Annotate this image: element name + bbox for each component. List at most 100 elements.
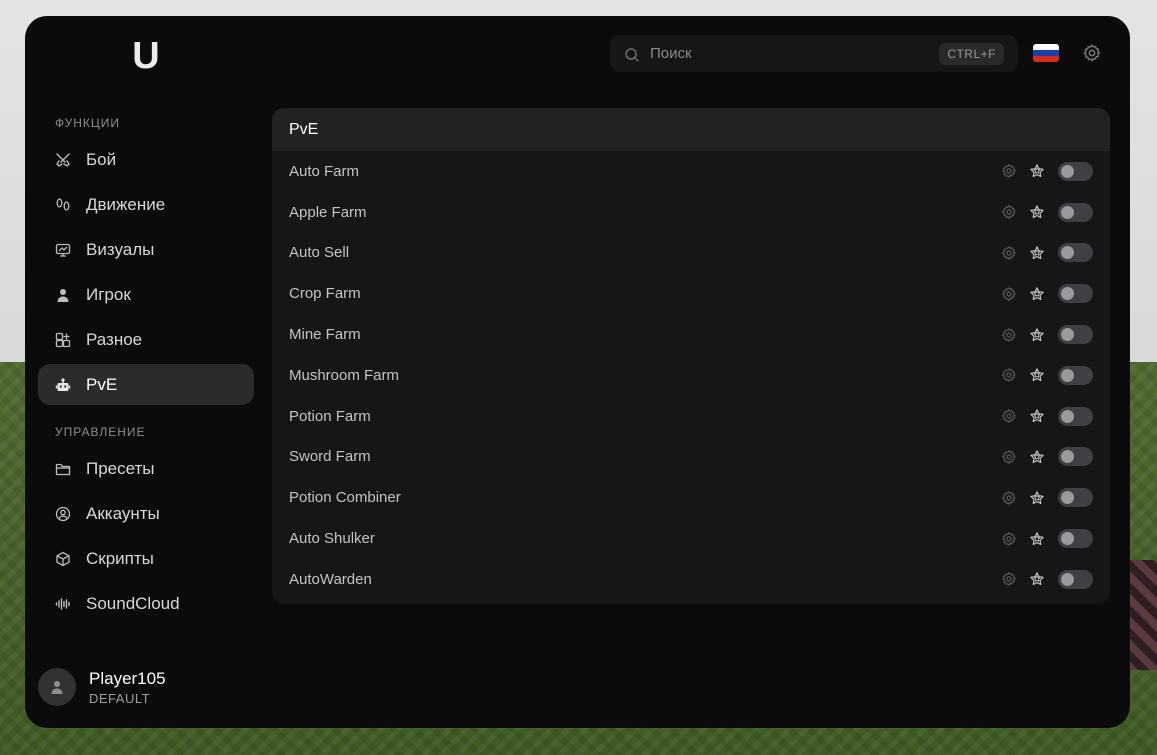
footprints-icon — [55, 197, 71, 213]
toggle-knob — [1061, 246, 1074, 260]
module-row[interactable]: Mushroom Farm — [272, 355, 1110, 396]
module-name: AutoWarden — [289, 570, 372, 588]
favorite-star-icon[interactable] — [1029, 571, 1045, 587]
module-settings-gear-icon[interactable] — [1001, 327, 1017, 343]
robot-icon — [55, 377, 71, 393]
module-toggle[interactable] — [1058, 161, 1093, 181]
module-name: Potion Combiner — [289, 489, 401, 507]
sidebar-item-label: Бой — [86, 149, 117, 169]
module-name: Sword Farm — [289, 448, 371, 466]
module-name: Auto Sell — [289, 244, 350, 262]
sidebar-item-label: Скрипты — [86, 548, 154, 568]
settings-gear-icon[interactable] — [1082, 43, 1102, 63]
module-row[interactable]: AutoWarden — [272, 559, 1110, 600]
sidebar-item-accounts[interactable]: Аккаунты — [38, 493, 254, 534]
logo-letter: U — [132, 35, 160, 77]
favorite-star-icon[interactable] — [1029, 531, 1045, 547]
module-settings-gear-icon[interactable] — [1001, 204, 1017, 220]
search-input[interactable] — [650, 45, 940, 62]
favorite-star-icon[interactable] — [1029, 449, 1045, 465]
module-row[interactable]: Potion Combiner — [272, 477, 1110, 518]
module-row[interactable]: Apple Farm — [272, 192, 1110, 233]
module-settings-gear-icon[interactable] — [1001, 490, 1017, 506]
module-settings-gear-icon[interactable] — [1001, 449, 1017, 465]
sidebar-item-label: Движение — [86, 194, 166, 214]
sidebar-item-combat[interactable]: Бой — [38, 139, 254, 180]
module-toggle[interactable] — [1058, 447, 1093, 467]
module-toggle[interactable] — [1058, 488, 1093, 508]
toggle-knob — [1061, 532, 1074, 546]
module-toggle[interactable] — [1058, 325, 1093, 345]
toggle-knob — [1061, 450, 1074, 464]
toggle-knob — [1061, 491, 1074, 505]
module-toggle[interactable] — [1058, 284, 1093, 304]
toggle-knob — [1061, 164, 1074, 178]
sidebar-item-misc[interactable]: Разное — [38, 319, 254, 360]
module-row[interactable]: Sword Farm — [272, 437, 1110, 478]
sidebar-item-label: Аккаунты — [86, 503, 160, 523]
folder-icon — [55, 461, 71, 477]
favorite-star-icon[interactable] — [1029, 367, 1045, 383]
user-icon — [55, 287, 71, 303]
sidebar-item-label: Игрок — [86, 284, 131, 304]
user-profile[interactable]: Player105 DEFAULT — [38, 668, 166, 706]
favorite-star-icon[interactable] — [1029, 204, 1045, 220]
sidebar-item-label: Разное — [86, 329, 143, 349]
favorite-star-icon[interactable] — [1029, 327, 1045, 343]
module-settings-gear-icon[interactable] — [1001, 245, 1017, 261]
module-settings-gear-icon[interactable] — [1001, 163, 1017, 179]
module-row[interactable]: Potion Farm — [272, 396, 1110, 437]
user-role: DEFAULT — [89, 690, 151, 706]
favorite-star-icon[interactable] — [1029, 408, 1045, 424]
module-toggle[interactable] — [1058, 529, 1093, 549]
module-toggle[interactable] — [1058, 243, 1093, 263]
module-row[interactable]: Auto Sell — [272, 233, 1110, 274]
module-settings-gear-icon[interactable] — [1001, 367, 1017, 383]
user-avatar-icon — [51, 681, 63, 694]
sidebar-item-pve[interactable]: PvE — [38, 364, 254, 405]
app-logo: U — [130, 36, 162, 76]
module-settings-gear-icon[interactable] — [1001, 408, 1017, 424]
favorite-star-icon[interactable] — [1029, 490, 1045, 506]
module-name: Auto Shulker — [289, 530, 375, 548]
sidebar-item-presets[interactable]: Пресеты — [38, 448, 254, 489]
client-window: U CTRL+F ФУНКЦИИ Бой Движение — [25, 16, 1130, 728]
module-toggle[interactable] — [1058, 365, 1093, 385]
functions-section-title: ФУНКЦИИ — [55, 116, 120, 130]
toggle-knob — [1061, 287, 1074, 301]
sidebar-item-label: SoundCloud — [86, 593, 180, 613]
module-name: Auto Farm — [289, 162, 360, 180]
management-section-title: УПРАВЛЕНИЕ — [55, 425, 146, 439]
sidebar-item-visuals[interactable]: Визуалы — [38, 229, 254, 270]
module-name: Mine Farm — [289, 326, 361, 344]
module-toggle[interactable] — [1058, 569, 1093, 589]
module-row[interactable]: Mine Farm — [272, 314, 1110, 355]
module-toggle[interactable] — [1058, 406, 1093, 426]
module-settings-gear-icon[interactable] — [1001, 531, 1017, 547]
cube-icon — [55, 551, 71, 567]
module-name: Mushroom Farm — [289, 366, 400, 384]
language-flag-icon[interactable] — [1033, 44, 1059, 62]
module-list: Auto Farm Apple Farm Auto Sell Crop Farm… — [272, 151, 1110, 600]
sidebar-item-player[interactable]: Игрок — [38, 274, 254, 315]
module-row[interactable]: Crop Farm — [272, 273, 1110, 314]
toggle-knob — [1061, 205, 1074, 219]
avatar — [38, 668, 76, 706]
search-bar[interactable]: CTRL+F — [610, 35, 1018, 72]
module-settings-gear-icon[interactable] — [1001, 571, 1017, 587]
module-name: Crop Farm — [289, 285, 361, 303]
grid-plus-icon — [55, 332, 71, 348]
favorite-star-icon[interactable] — [1029, 163, 1045, 179]
module-row[interactable]: Auto Shulker — [272, 518, 1110, 559]
favorite-star-icon[interactable] — [1029, 286, 1045, 302]
sidebar-item-movement[interactable]: Движение — [38, 184, 254, 225]
module-toggle[interactable] — [1058, 202, 1093, 222]
module-settings-gear-icon[interactable] — [1001, 286, 1017, 302]
search-icon — [625, 47, 639, 62]
sidebar-item-scripts[interactable]: Скрипты — [38, 538, 254, 579]
sidebar-item-soundcloud[interactable]: SoundCloud — [38, 583, 254, 624]
module-panel: PvE Auto Farm Apple Farm Auto Sell Crop … — [272, 108, 1110, 604]
favorite-star-icon[interactable] — [1029, 245, 1045, 261]
module-name: Potion Farm — [289, 407, 371, 425]
module-row[interactable]: Auto Farm — [272, 151, 1110, 192]
